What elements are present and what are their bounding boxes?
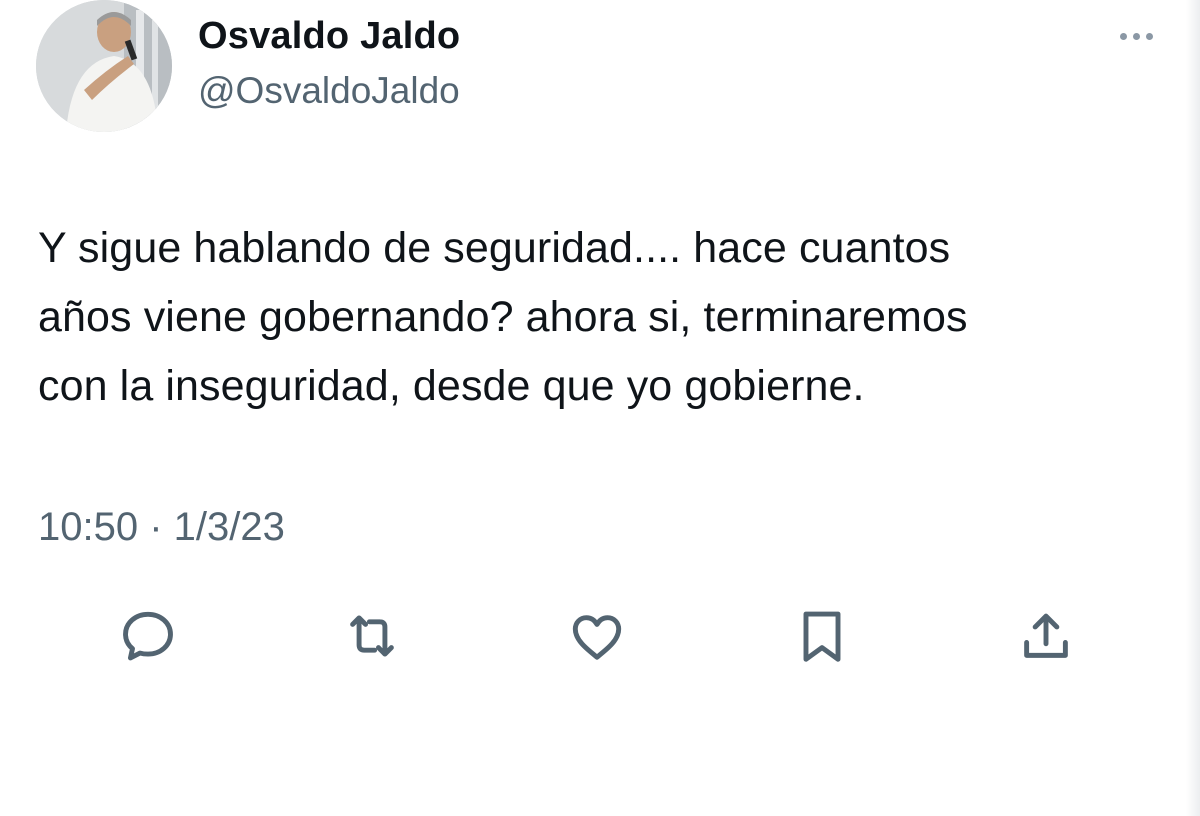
tweet-actions-bar bbox=[0, 596, 1200, 676]
more-options-button[interactable] bbox=[1112, 24, 1160, 48]
more-dot-icon bbox=[1132, 32, 1140, 40]
tweet-timestamp[interactable]: 10:50 · 1/3/23 bbox=[38, 502, 285, 552]
more-dot-icon bbox=[1119, 32, 1127, 40]
bookmark-icon bbox=[803, 611, 841, 662]
scroll-edge bbox=[1186, 0, 1200, 816]
like-button[interactable] bbox=[557, 596, 637, 676]
retweet-arrows-icon bbox=[350, 615, 394, 657]
tweet-text: Y sigue hablando de seguridad.... hace c… bbox=[38, 224, 968, 410]
bookmark-button[interactable] bbox=[782, 596, 862, 676]
more-dot-icon bbox=[1145, 32, 1153, 40]
retweet-button[interactable] bbox=[332, 596, 412, 676]
author-info[interactable]: Osvaldo Jaldo @OsvaldoJaldo bbox=[198, 12, 460, 115]
profile-photo-icon bbox=[36, 0, 172, 132]
user-handle[interactable]: @OsvaldoJaldo bbox=[198, 67, 460, 115]
display-name[interactable]: Osvaldo Jaldo bbox=[198, 12, 460, 60]
reply-button[interactable] bbox=[108, 596, 188, 676]
speech-bubble-icon bbox=[123, 611, 173, 661]
share-upload-icon bbox=[1024, 613, 1068, 658]
tweet-card: Osvaldo Jaldo @OsvaldoJaldo Y sigue habl… bbox=[0, 0, 1200, 816]
share-button[interactable] bbox=[1006, 596, 1086, 676]
heart-icon bbox=[572, 615, 622, 660]
avatar[interactable] bbox=[36, 0, 172, 132]
